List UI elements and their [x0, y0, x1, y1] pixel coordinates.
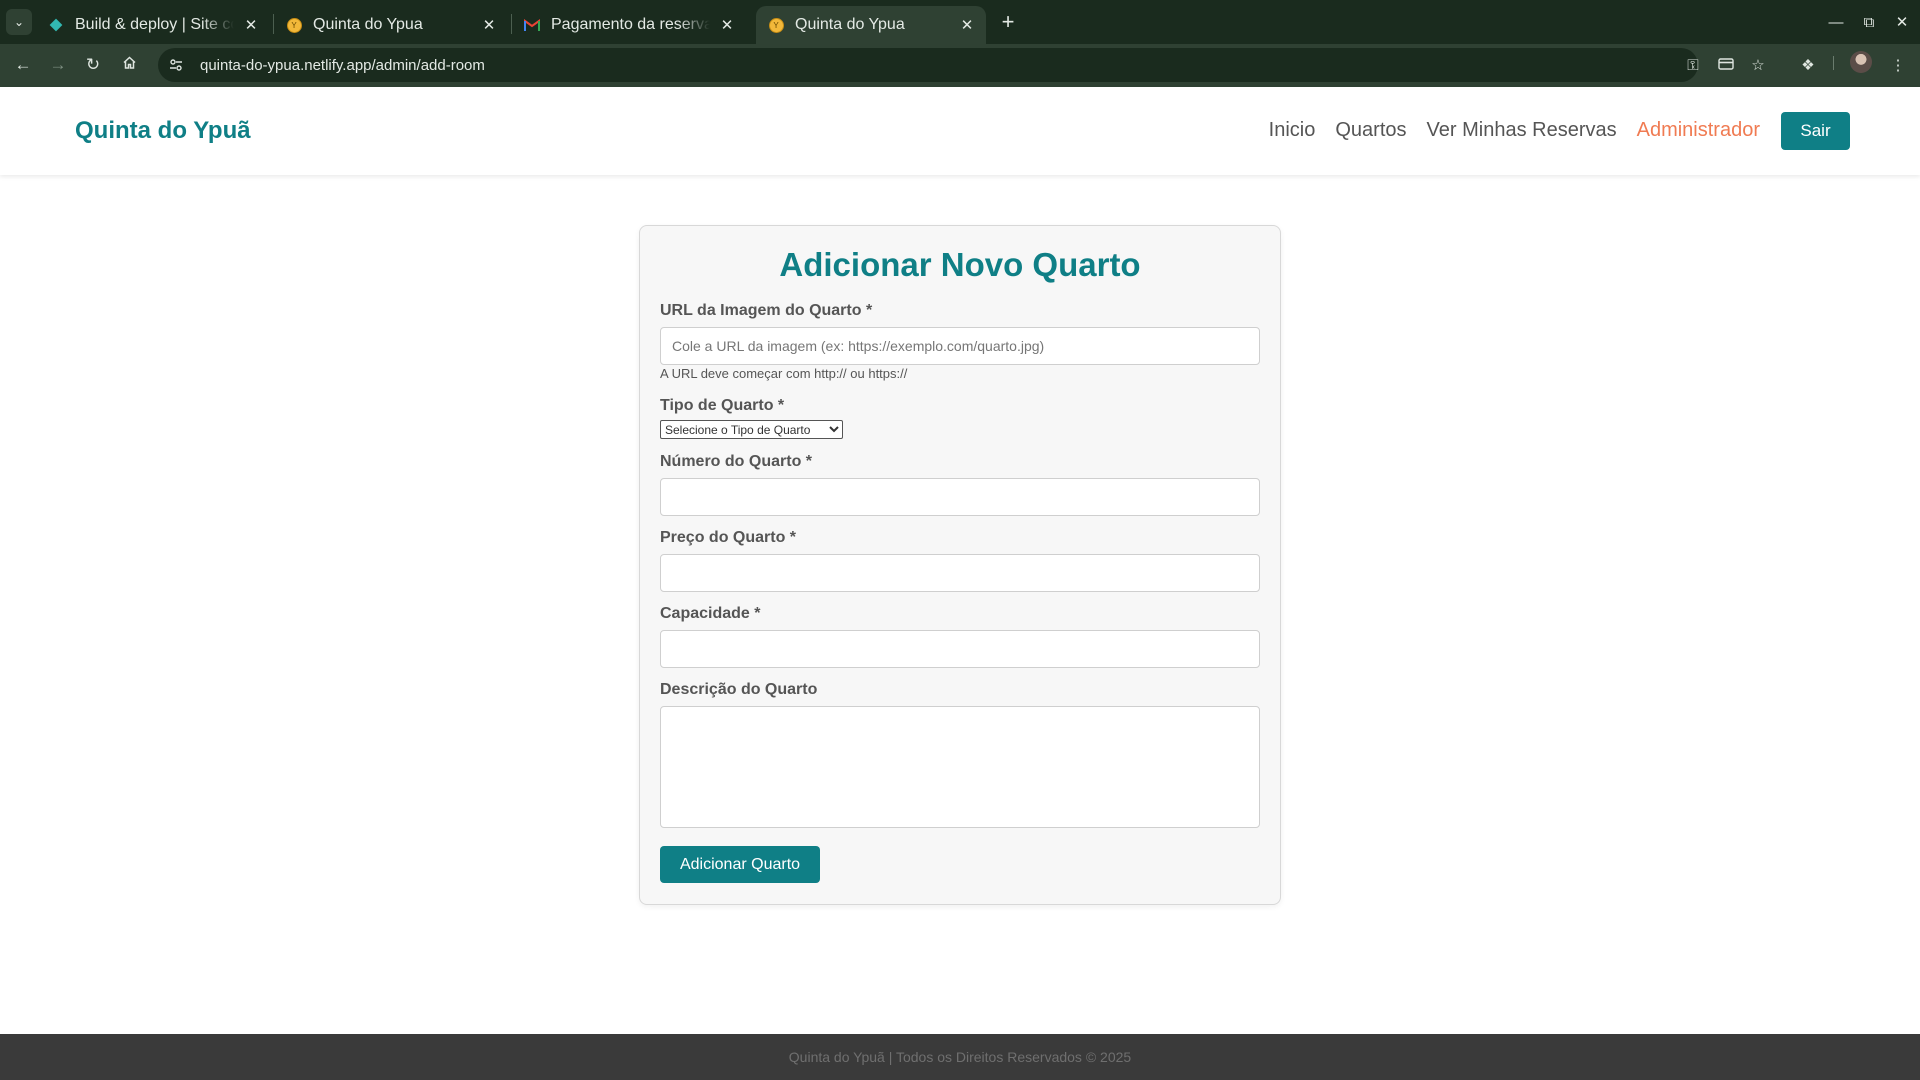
close-icon[interactable]: ✕	[958, 16, 976, 34]
site-favicon-icon: Y	[286, 17, 302, 33]
chevron-down-icon: ⌄	[13, 15, 25, 29]
nav-quartos[interactable]: Quartos	[1335, 119, 1406, 142]
address-bar[interactable]: quinta-do-ypua.netlify.app/admin/add-roo…	[158, 48, 1698, 82]
close-icon[interactable]: ✕	[242, 16, 260, 34]
gmail-icon	[524, 17, 540, 33]
description-textarea[interactable]	[660, 706, 1260, 828]
form-title: Adicionar Novo Quarto	[779, 246, 1141, 283]
tab-search-button[interactable]: ⌄	[6, 9, 32, 35]
key-icon: ⚿	[1687, 56, 1699, 74]
description-label: Descrição do Quarto	[660, 681, 818, 698]
toolbar-divider	[1833, 56, 1834, 70]
home-button[interactable]	[114, 50, 144, 80]
url-text: quinta-do-ypua.netlify.app/admin/add-roo…	[200, 56, 485, 74]
close-icon: ✕	[1895, 14, 1909, 31]
close-icon[interactable]: ✕	[718, 16, 736, 34]
arrow-right-icon: →	[49, 55, 67, 74]
browser-tab-4-active[interactable]: Y Quinta do Ypua ✕	[756, 6, 986, 44]
netlify-diamond-icon	[48, 17, 64, 33]
room-number-label: Número do Quarto *	[660, 453, 813, 470]
browser-tab-3[interactable]: Pagamento da reserva recebido ✕	[512, 6, 746, 44]
payment-card-button[interactable]	[1711, 50, 1741, 80]
password-key-button[interactable]: ⚿	[1678, 50, 1708, 80]
forward-button[interactable]: →	[43, 50, 73, 80]
new-tab-button[interactable]: +	[994, 8, 1022, 36]
capacity-label: Capacidade *	[660, 605, 761, 622]
close-window-button[interactable]: ✕	[1888, 8, 1916, 36]
reload-button[interactable]: ↻	[78, 50, 108, 80]
capacity-input[interactable]	[660, 630, 1260, 668]
footer-copyright: Quinta do Ypuã | Todos os Direitos Reser…	[788, 1049, 1132, 1065]
browser-tab-bar: ⌄ Build & deploy | Site configuration ✕ …	[0, 0, 1920, 44]
puzzle-icon: ❖	[1801, 57, 1815, 74]
browser-toolbar: ← → ↻ quinta-do-ypua.netlify.app/admin/a…	[0, 44, 1920, 87]
back-button[interactable]: ←	[8, 50, 38, 80]
site-header: Quinta do Ypuã Inicio Quartos Ver Minhas…	[0, 87, 1920, 175]
site-favicon-icon: Y	[768, 17, 784, 33]
room-number-input[interactable]	[660, 478, 1260, 516]
restore-icon: ⧉	[1863, 13, 1875, 31]
nav-inicio[interactable]: Inicio	[1269, 119, 1316, 142]
image-url-label: URL da Imagem do Quarto *	[660, 302, 873, 319]
nav-administrador[interactable]: Administrador	[1637, 119, 1760, 142]
home-icon	[122, 55, 137, 75]
main-nav: Inicio Quartos Ver Minhas Reservas Admin…	[1249, 119, 1760, 142]
minimize-icon: —	[1828, 13, 1844, 31]
minimize-button[interactable]: —	[1822, 8, 1850, 36]
add-room-form: Adicionar Novo Quarto URL da Imagem do Q…	[639, 225, 1281, 905]
nav-ver-minhas-reservas[interactable]: Ver Minhas Reservas	[1427, 119, 1617, 142]
room-type-label: Tipo de Quarto *	[660, 397, 785, 414]
tab-title: Pagamento da reserva recebido	[551, 16, 710, 33]
room-price-input[interactable]	[660, 554, 1260, 592]
browser-tab-1[interactable]: Build & deploy | Site configuration ✕	[36, 6, 270, 44]
tab-title: Build & deploy | Site configuration	[75, 16, 234, 33]
add-room-button[interactable]: Adicionar Quarto	[660, 846, 820, 883]
kebab-menu-icon: ⋮	[1890, 57, 1906, 74]
profile-avatar[interactable]	[1850, 51, 1872, 73]
image-url-input[interactable]	[660, 327, 1260, 365]
logout-button[interactable]: Sair	[1781, 112, 1850, 150]
tab-title: Quinta do Ypua	[313, 16, 423, 33]
room-type-select[interactable]: Selecione o Tipo de Quarto	[660, 420, 843, 439]
extensions-button[interactable]: ❖	[1793, 50, 1823, 80]
image-url-hint: A URL deve começar com http:// ou https:…	[660, 366, 908, 381]
bookmark-button[interactable]: ☆	[1743, 50, 1773, 80]
site-footer: Quinta do Ypuã | Todos os Direitos Reser…	[0, 1034, 1920, 1080]
reload-icon: ↻	[85, 55, 101, 74]
credit-card-icon	[1718, 57, 1734, 74]
arrow-left-icon: ←	[14, 55, 32, 74]
tab-title: Quinta do Ypua	[795, 16, 905, 33]
room-price-label: Preço do Quarto *	[660, 529, 797, 546]
star-icon: ☆	[1751, 57, 1765, 74]
site-brand[interactable]: Quinta do Ypuã	[75, 117, 251, 145]
site-info-icon[interactable]	[162, 51, 190, 79]
browser-tab-2[interactable]: Y Quinta do Ypua ✕	[274, 6, 508, 44]
close-icon[interactable]: ✕	[480, 16, 498, 34]
restore-button[interactable]: ⧉	[1855, 8, 1883, 36]
plus-icon: +	[1001, 9, 1015, 34]
browser-menu-button[interactable]: ⋮	[1883, 50, 1913, 80]
